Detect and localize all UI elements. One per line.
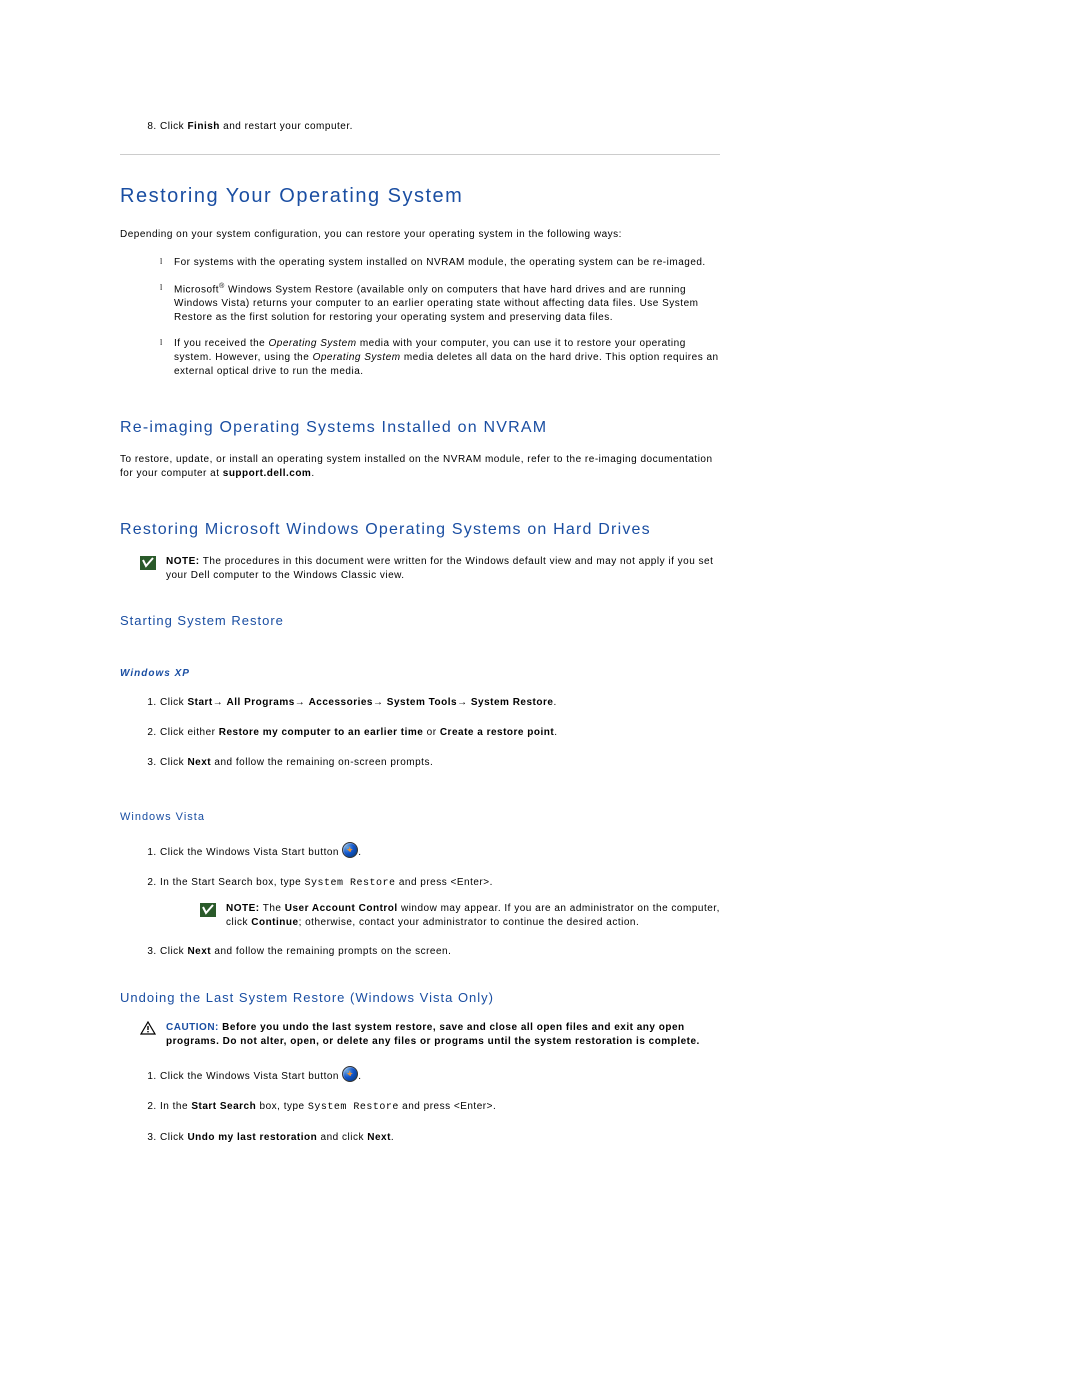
text: In the Start Search box, type [160,877,305,888]
undo-steps: Click the Windows Vista Start button . I… [120,1063,720,1146]
bullet-nvram: For systems with the operating system in… [160,256,720,270]
arrow: → [213,697,227,708]
vista-step-3: Click Next and follow the remaining prom… [160,944,720,960]
heading-windows-xp: Windows XP [120,668,720,679]
heading-restoring-os: Restoring Your Operating System [120,185,720,208]
note-label: NOTE: [226,903,260,914]
undo-step-1: Click the Windows Vista Start button . [160,1063,720,1085]
text-bold: Next [187,757,211,768]
text-bold: Start Search [191,1101,256,1112]
text: Click [160,121,187,132]
text: If you received the [174,338,269,349]
text-bold: Next [187,946,211,957]
text: The [260,903,285,914]
text: or [423,727,439,738]
note-uac: NOTE: The User Account Control window ma… [200,902,720,930]
text: ; otherwise, contact your administrator … [299,917,640,928]
restore-options-list: For systems with the operating system in… [120,256,720,379]
text-bold: All Programs [227,697,295,708]
text-italic: Operating System [313,352,401,363]
text: Click the Windows Vista Start button [160,847,342,858]
note-icon [200,903,216,917]
page-content: Click Finish and restart your computer. … [0,0,840,1226]
text: and follow the remaining on-screen promp… [211,757,433,768]
vista-step-1: Click the Windows Vista Start button . [160,839,720,861]
text-bold: System Restore [471,697,554,708]
text: and follow the remaining prompts on the … [211,946,451,957]
text-bold: Finish [187,121,219,132]
xp-step-2: Click either Restore my computer to an e… [160,725,720,741]
bullet-system-restore: Microsoft® Windows System Restore (avail… [160,282,720,325]
undo-step-3: Click Undo my last restoration and click… [160,1130,720,1146]
text: and press <Enter>. [396,877,493,888]
text-italic: Operating System [269,338,357,349]
xp-step-3: Click Next and follow the remaining on-s… [160,755,720,771]
section-divider [120,154,720,155]
heading-starting-restore: Starting System Restore [120,613,720,628]
nvram-body: To restore, update, or install an operat… [120,453,720,481]
xp-steps: Click Start→ All Programs→ Accessories→ … [120,695,720,771]
caution-text: CAUTION: Before you undo the last system… [166,1021,720,1049]
text: Click either [160,727,219,738]
text: Click [160,757,187,768]
note-text: NOTE: The procedures in this document we… [166,555,720,583]
prior-step-8: Click Finish and restart your computer. [160,120,720,134]
heading-nvram: Re-imaging Operating Systems Installed o… [120,419,720,437]
text-bold: Start [187,697,212,708]
heading-windows-vista: Windows Vista [120,811,720,823]
text: The procedures in this document were wri… [166,556,713,581]
text: Click [160,697,187,708]
text-bold: Accessories [309,697,373,708]
text-bold: Restore my computer to an earlier time [219,727,424,738]
text-bold: Continue [251,917,298,928]
text: . [553,697,556,708]
text: . [358,847,361,858]
vista-steps: Click the Windows Vista Start button . I… [120,839,720,960]
text: Windows System Restore (available only o… [174,284,698,323]
undo-step-2: In the Start Search box, type System Res… [160,1099,720,1116]
text-bold: User Account Control [285,903,398,914]
text: and click [317,1132,367,1143]
text: Click the Windows Vista Start button [160,1071,342,1082]
text: Microsoft [174,284,219,295]
text-bold: Create a restore point [440,727,554,738]
caution-icon [140,1021,156,1035]
caution-undo: CAUTION: Before you undo the last system… [140,1021,720,1049]
code-text: System Restore [308,1102,399,1113]
text: In the [160,1101,191,1112]
vista-start-orb-icon [342,842,358,858]
note-icon [140,556,156,570]
note-text: NOTE: The User Account Control window ma… [226,902,720,930]
text: Click [160,1132,187,1143]
caution-label: CAUTION: [166,1022,219,1033]
text-bold: Next [367,1132,391,1143]
arrow: → [373,697,387,708]
arrow: → [457,697,471,708]
vista-start-orb-icon [342,1066,358,1082]
text: . [391,1132,394,1143]
support-link: support.dell.com [223,468,312,479]
text: . [554,727,557,738]
heading-undo-restore: Undoing the Last System Restore (Windows… [120,990,720,1005]
note-label: NOTE: [166,556,200,567]
text: box, type [256,1101,308,1112]
text-bold: Before you undo the last system restore,… [166,1022,700,1047]
prior-steps-list: Click Finish and restart your computer. [120,120,720,134]
bullet-os-media: If you received the Operating System med… [160,337,720,379]
text: . [358,1071,361,1082]
intro-paragraph: Depending on your system configuration, … [120,228,720,242]
code-text: System Restore [305,878,396,889]
vista-step-2: In the Start Search box, type System Res… [160,875,720,930]
heading-hard-drives: Restoring Microsoft Windows Operating Sy… [120,521,720,539]
text: . [311,468,314,479]
text: To restore, update, or install an operat… [120,454,713,479]
arrow: → [295,697,309,708]
text: and restart your computer. [220,121,353,132]
text-bold: System Tools [387,697,457,708]
xp-step-1: Click Start→ All Programs→ Accessories→ … [160,695,720,711]
note-default-view: NOTE: The procedures in this document we… [140,555,720,583]
text-bold: Undo my last restoration [187,1132,317,1143]
text: and press <Enter>. [399,1101,496,1112]
text: Click [160,946,187,957]
